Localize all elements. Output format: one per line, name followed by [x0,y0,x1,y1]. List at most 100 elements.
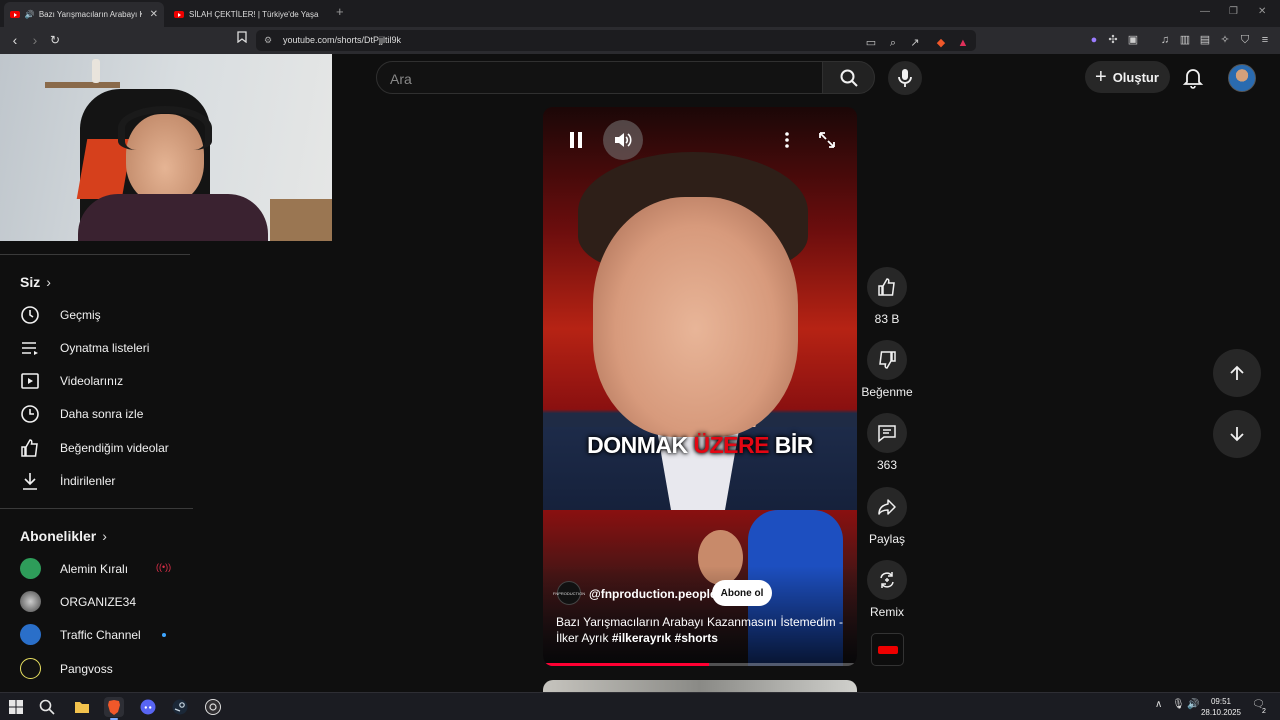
steam-taskbar-button[interactable] [170,697,190,717]
arrow-up-icon [1230,365,1244,380]
clock-time: 09:51 [1210,697,1232,706]
brave-shields-icon[interactable]: ◆ [934,36,948,50]
channel-name[interactable]: @fnproduction.people [589,587,717,601]
previous-short-button[interactable] [1213,349,1261,397]
address-bar[interactable]: ⚙ youtube.com/shorts/DtPjjltil9k ▭ ⌕ ↗ ◆… [256,30,976,51]
arrow-down-icon [1230,427,1244,442]
bookmark-icon[interactable] [233,31,251,49]
restore-icon[interactable]: ❐ [1229,6,1238,17]
comment-icon [878,425,896,443]
screenshot-icon[interactable]: ▣ [1126,33,1140,47]
sidebar-subscription[interactable]: Pangvoss [0,654,190,684]
next-short-button[interactable] [1213,410,1261,458]
discord-taskbar-button[interactable] [138,697,158,717]
brave-rewards-icon[interactable]: ▲ [956,36,970,50]
file-explorer-button[interactable] [72,697,92,717]
channel-avatar-text: FNPRODUCTION [552,590,586,596]
pause-icon [570,132,582,148]
close-window-icon[interactable]: ✕ [1258,6,1266,17]
subscribe-button[interactable]: Abone ol [712,580,772,606]
watch-later-icon [21,405,39,423]
channel-thumbnail-button[interactable] [871,633,904,666]
microphone-tray-icon[interactable]: 🎙 [1172,699,1185,710]
sidebar-item-your-videos[interactable]: Videolarınız [0,366,190,396]
reload-icon[interactable]: ↻ [46,31,64,49]
live-icon: ((•)) [156,562,172,572]
share-button[interactable] [867,487,907,527]
comments-action[interactable]: 363 [867,413,907,472]
comment-count: 363 [876,458,898,472]
zoom-icon[interactable]: ⌕ [886,36,900,50]
minimize-icon[interactable]: — [1200,6,1210,17]
wallet-icon[interactable]: ▤ [1198,33,1212,47]
more-options-button[interactable] [767,120,807,160]
dislike-action[interactable]: Beğenme [861,340,913,399]
notification-count: 2 [1262,708,1266,715]
audio-playing-icon[interactable]: 🔊 [25,10,35,19]
sidebar-toggle-icon[interactable]: ▥ [1178,33,1192,47]
sidebar-item-watch-later[interactable]: Daha sonra izle [0,399,190,429]
obs-taskbar-button[interactable] [203,697,223,717]
browser-tab-active[interactable]: 🔊 Bazı Yarışmacıların Arabayı Ka ✕ [4,2,164,27]
new-content-dot [162,633,166,637]
desk [270,199,332,241]
you-section-header[interactable]: Siz › [20,274,51,290]
ai-sparkle-icon[interactable]: ✧ [1218,33,1232,47]
site-info-icon[interactable]: ⚙ [264,35,272,46]
menu-icon[interactable]: ≡ [1258,33,1272,47]
close-tab-icon[interactable]: ✕ [150,9,158,20]
like-count: 83 B [874,312,900,326]
video-progress-bar[interactable] [543,663,857,666]
voice-search-button[interactable] [888,61,922,95]
create-button[interactable]: + Oluştur [1085,61,1170,93]
channel-avatar[interactable]: FNPRODUCTION [553,581,585,605]
forward-icon[interactable]: › [26,31,44,49]
start-button[interactable] [6,697,26,717]
system-clock[interactable]: 09:51 28.10.2025 [1198,696,1244,718]
media-icon[interactable]: ♫ [1158,33,1172,47]
like-button[interactable] [867,267,907,307]
back-icon[interactable]: ‹ [6,31,24,49]
video-title[interactable]: Bazı Yarışmacıların Arabayı Kazanmasını … [556,614,846,646]
leo-ai-icon[interactable]: ● [1087,33,1101,47]
short-video-player[interactable]: DONMAK ÜZERE BİR FNPRODUCTION @fnproduct… [543,107,857,666]
pause-button[interactable] [556,120,596,160]
comments-button[interactable] [867,413,907,453]
sidebar-item-playlists[interactable]: Oynatma listeleri [0,333,190,363]
tab-title: Bazı Yarışmacıların Arabayı Ka [38,10,142,19]
sidebar-subscription[interactable]: ORGANIZE34 [0,587,190,617]
volume-button[interactable] [603,120,643,160]
channel-avatar [20,658,41,679]
brave-browser-taskbar-button[interactable] [104,697,124,720]
like-action[interactable]: 83 B [867,267,907,326]
video-hashtags[interactable]: #ilkerayrık #shorts [612,631,718,645]
subscriptions-section-header[interactable]: Abonelikler › [20,528,107,544]
thumbs-down-icon [879,351,896,369]
sidebar-subscription[interactable]: Alemin Kıralı ((•)) [0,554,190,584]
sidebar-subscription[interactable]: Traffic Channel [0,620,190,650]
search-button[interactable] [822,61,875,94]
remix-button[interactable] [867,560,907,600]
remix-action[interactable]: Remix [867,560,907,619]
next-short-preview[interactable] [543,680,857,692]
search-input[interactable]: Ara [376,61,823,94]
sidebar-item-history[interactable]: Geçmiş [0,300,190,330]
taskbar-search-button[interactable] [37,697,57,717]
more-vertical-icon [785,132,789,148]
browser-tab[interactable]: SİLAH ÇEKTİLER! | Türkiye'de Yaşanan [168,2,328,27]
fullscreen-button[interactable] [807,120,847,160]
new-tab-button[interactable]: + [336,4,344,19]
extensions-icon[interactable]: ✣ [1106,33,1120,47]
share-page-icon[interactable]: ↗ [908,36,922,50]
cast-icon[interactable]: ▭ [864,36,878,50]
notifications-button[interactable] [1180,64,1206,90]
subscription-name: Pangvoss [60,662,113,676]
dislike-button[interactable] [867,340,907,380]
sidebar-item-downloads[interactable]: İndirilenler [0,466,190,496]
vpn-icon[interactable]: ⛉ [1238,33,1252,47]
tray-overflow-icon[interactable]: ∧ [1155,699,1162,710]
share-action[interactable]: Paylaş [867,487,907,546]
sidebar-item-liked-videos[interactable]: Beğendiğim videolar [0,433,190,463]
sidebar-item-label: Videolarınız [60,374,124,388]
account-avatar[interactable] [1228,64,1256,92]
